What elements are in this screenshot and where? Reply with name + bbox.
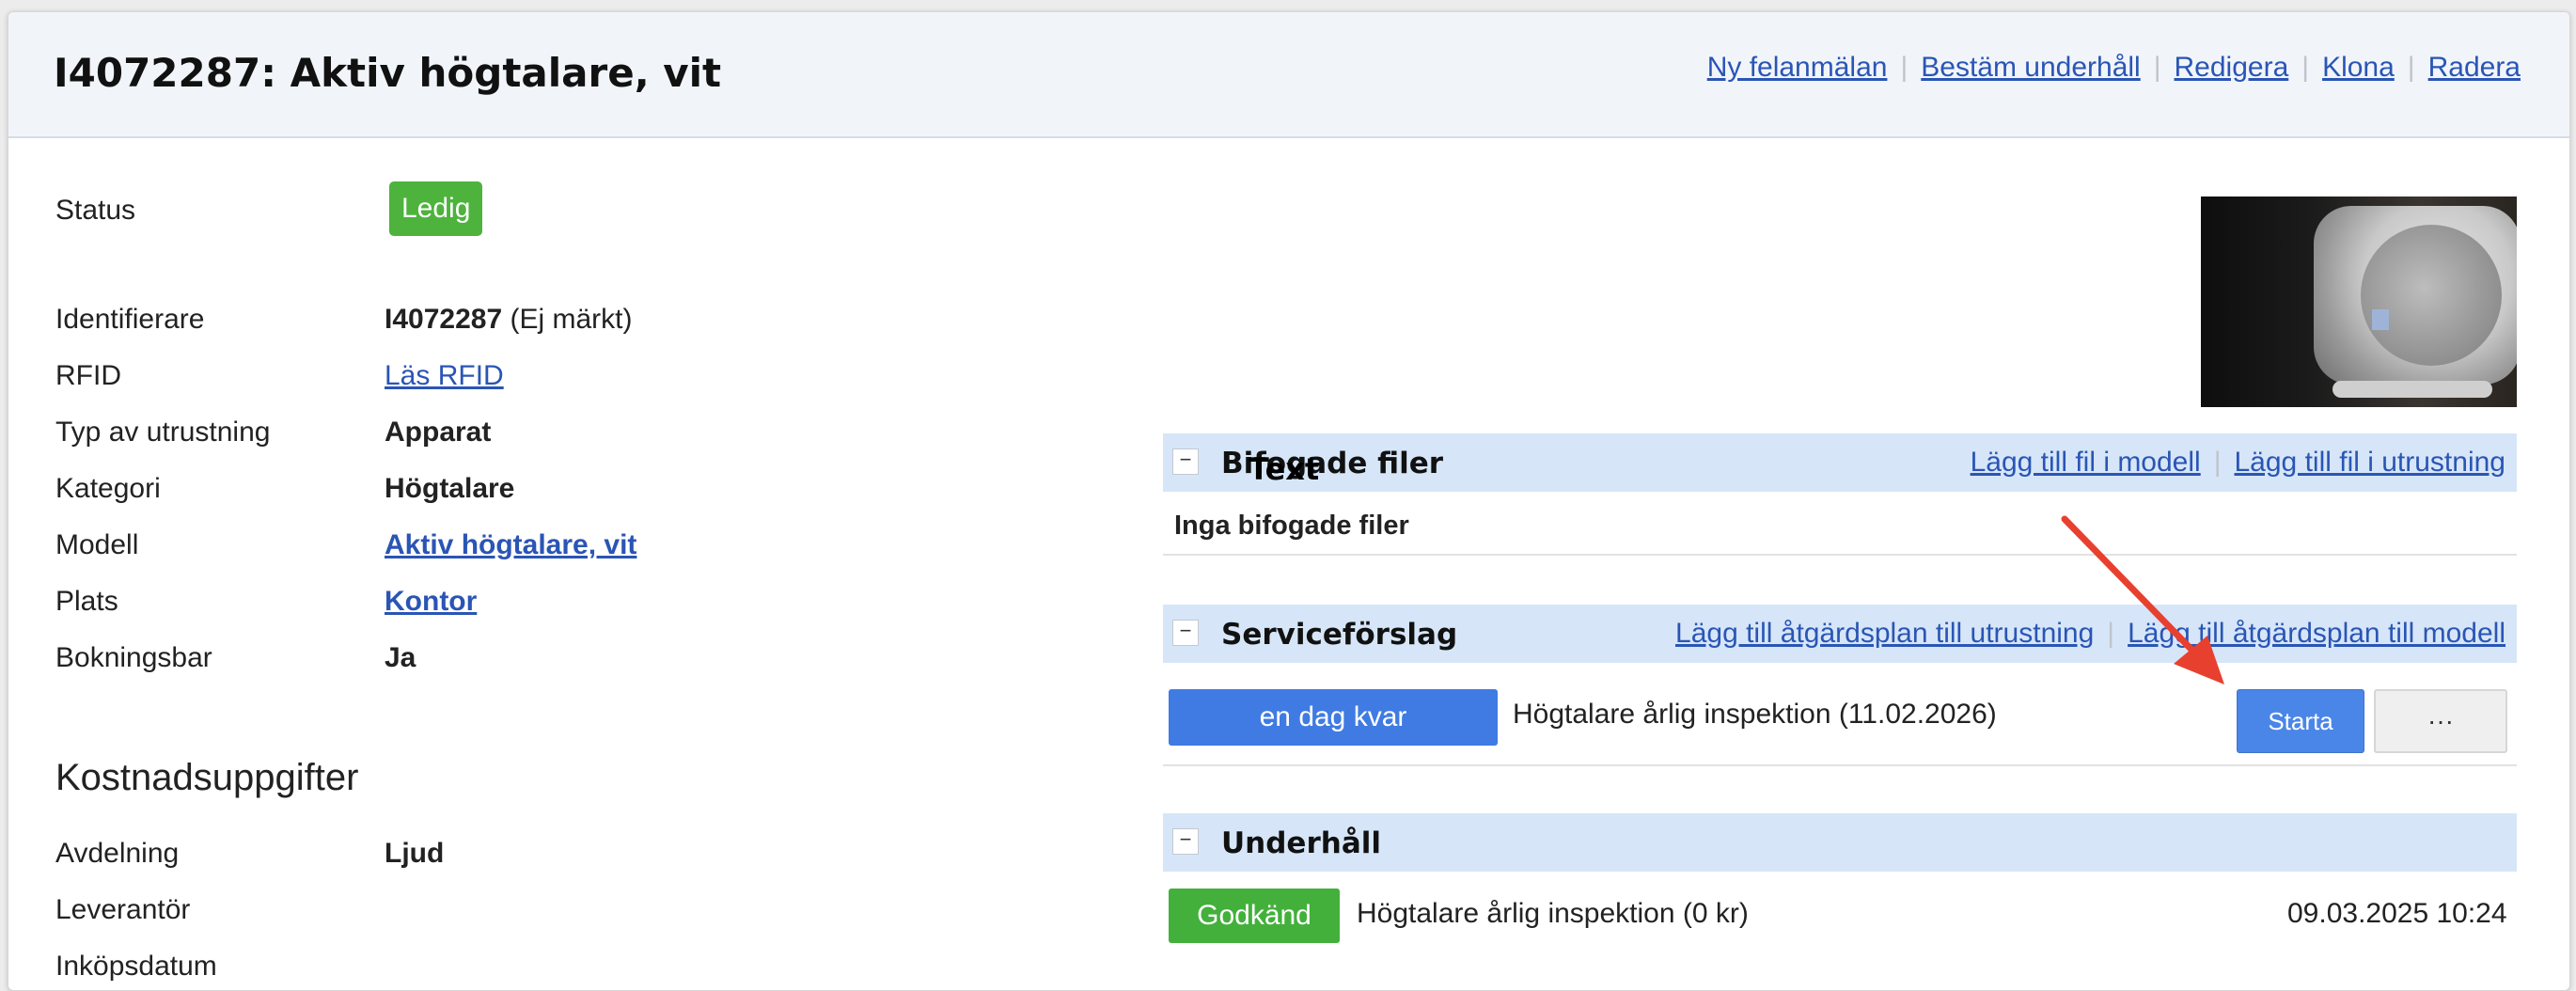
annotation-arrow-icon (2061, 515, 2224, 684)
